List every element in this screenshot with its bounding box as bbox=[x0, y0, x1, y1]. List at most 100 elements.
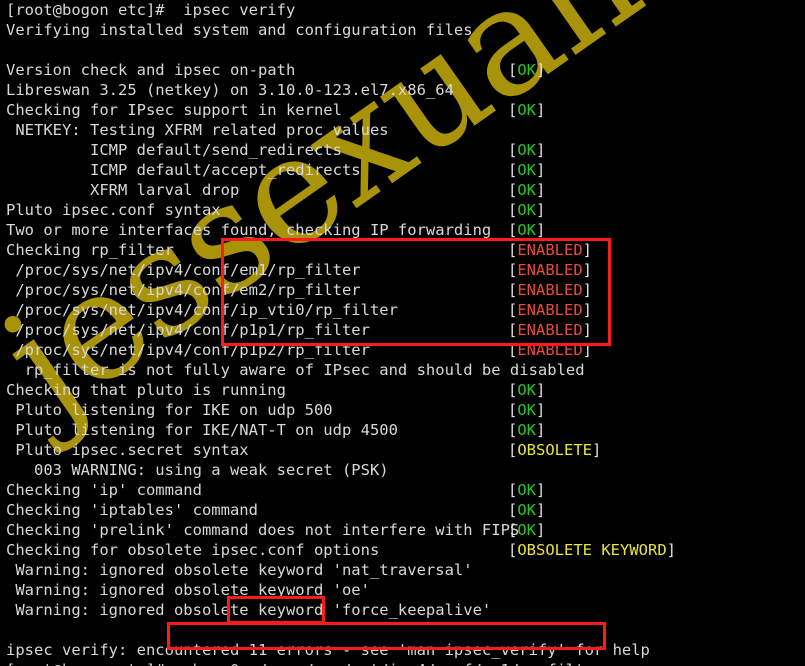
console-line: ipsec verify: encountered 11 errors - se… bbox=[6, 640, 650, 660]
console-line: Verifying installed system and configura… bbox=[6, 20, 650, 40]
console-line-status: [ENABLED] bbox=[508, 260, 592, 280]
console-line-status: [OK] bbox=[508, 160, 545, 180]
status-bracket-close: ] bbox=[536, 381, 546, 399]
status-bracket-open: [ bbox=[508, 321, 518, 339]
console-line: Warning: ignored obsolete keyword 'nat_t… bbox=[6, 560, 650, 580]
status-bracket-close: ] bbox=[536, 201, 546, 219]
status-value: OK bbox=[517, 501, 537, 519]
status-bracket-close: ] bbox=[536, 181, 546, 199]
console-line-status: [ENABLED] bbox=[508, 320, 592, 340]
status-value: OK bbox=[517, 201, 537, 219]
status-bracket-open: [ bbox=[508, 61, 518, 79]
status-bracket-open: [ bbox=[508, 101, 518, 119]
console-line: /proc/sys/net/ipv4/conf/ip_vti0/rp_filte… bbox=[6, 300, 650, 320]
console-line-status: [OBSOLETE] bbox=[508, 440, 601, 460]
console-line: XFRM larval drop [OK] bbox=[6, 180, 650, 200]
status-bracket-close: ] bbox=[536, 521, 546, 539]
console-line-text: ICMP default/accept_redirects bbox=[6, 161, 361, 179]
status-bracket-close: ] bbox=[536, 161, 546, 179]
console-line-text: Pluto listening for IKE/NAT-T on udp 450… bbox=[6, 421, 398, 439]
console-line-text: Pluto ipsec.secret syntax bbox=[6, 441, 249, 459]
status-value: ENABLED bbox=[517, 301, 583, 319]
console-line-text: /proc/sys/net/ipv4/conf/ip_vti0/rp_filte… bbox=[6, 301, 398, 319]
console-line-status: [ENABLED] bbox=[508, 300, 592, 320]
status-value: OK bbox=[517, 481, 537, 499]
console-line: rp_filter is not fully aware of IPsec an… bbox=[6, 360, 650, 380]
console-line-text: Checking 'iptables' command bbox=[6, 501, 258, 519]
status-bracket-close: ] bbox=[536, 61, 546, 79]
status-value: ENABLED bbox=[517, 261, 583, 279]
status-value: ENABLED bbox=[517, 341, 583, 359]
status-bracket-open: [ bbox=[508, 201, 518, 219]
status-bracket-close: ] bbox=[536, 421, 546, 439]
status-value: OBSOLETE bbox=[517, 441, 592, 459]
console-line: Two or more interfaces found, checking I… bbox=[6, 220, 650, 240]
status-bracket-close: ] bbox=[536, 221, 546, 239]
status-bracket-open: [ bbox=[508, 161, 518, 179]
status-bracket-open: [ bbox=[508, 261, 518, 279]
console-line-status: [OK] bbox=[508, 200, 545, 220]
status-bracket-open: [ bbox=[508, 141, 518, 159]
status-bracket-close: ] bbox=[666, 541, 676, 559]
console-output[interactable]: [root@bogon etc]# ipsec verify Verifying … bbox=[6, 0, 676, 666]
status-value: OK bbox=[517, 61, 537, 79]
console-line-text: /proc/sys/net/ipv4/conf/em2/rp_filter bbox=[6, 281, 361, 299]
status-bracket-close: ] bbox=[536, 481, 546, 499]
console-line-status: [OK] bbox=[508, 480, 545, 500]
console-line-text: ICMP default/send_redirects bbox=[6, 141, 342, 159]
console-line: Checking 'ip' command [OK] bbox=[6, 480, 650, 500]
console-line: Checking rp_filter [ENABLED] bbox=[6, 240, 650, 260]
status-bracket-close: ] bbox=[536, 401, 546, 419]
status-bracket-open: [ bbox=[508, 381, 518, 399]
status-value: ENABLED bbox=[517, 321, 583, 339]
console-line: Checking for obsolete ipsec.conf options… bbox=[6, 540, 676, 560]
console-line-text: /proc/sys/net/ipv4/conf/p1p2/rp_filter bbox=[6, 341, 370, 359]
console-line: ICMP default/send_redirects [OK] bbox=[6, 140, 650, 160]
status-bracket-open: [ bbox=[508, 421, 518, 439]
status-value: OK bbox=[517, 181, 537, 199]
console-line-status: [OBSOLETE KEYWORD] bbox=[508, 540, 676, 560]
status-value: OBSOLETE KEYWORD bbox=[517, 541, 667, 559]
console-line: Version check and ipsec on-path [OK] bbox=[6, 60, 650, 80]
status-bracket-open: [ bbox=[508, 341, 518, 359]
console-line-text: Version check and ipsec on-path bbox=[6, 61, 296, 79]
status-value: OK bbox=[517, 421, 537, 439]
console-line: NETKEY: Testing XFRM related proc values bbox=[6, 120, 650, 140]
console-line-status: [OK] bbox=[508, 380, 545, 400]
status-bracket-close: ] bbox=[582, 281, 593, 299]
status-value: ENABLED bbox=[517, 241, 583, 259]
terminal-window[interactable]: jessexuan.gith [root@bogon etc]# ipsec v… bbox=[0, 0, 805, 666]
console-line-text: [root@bogon etc]# ipsec verify bbox=[6, 1, 296, 19]
console-line: Checking for IPsec support in kernel [OK] bbox=[6, 100, 650, 120]
console-line-text: XFRM larval drop bbox=[6, 181, 240, 199]
status-bracket-open: [ bbox=[508, 521, 518, 539]
console-line-text: /proc/sys/net/ipv4/conf/p1p1/rp_filter bbox=[6, 321, 370, 339]
console-line: Pluto ipsec.conf syntax [OK] bbox=[6, 200, 650, 220]
console-line: Libreswan 3.25 (netkey) on 3.10.0-123.el… bbox=[6, 80, 650, 100]
console-line-text: Checking for IPsec support in kernel bbox=[6, 101, 342, 119]
console-line-text: Checking 'prelink' command does not inte… bbox=[6, 521, 520, 539]
console-line: Pluto listening for IKE on udp 500 [OK] bbox=[6, 400, 650, 420]
console-line-text: /proc/sys/net/ipv4/conf/em1/rp_filter bbox=[6, 261, 361, 279]
console-line: /proc/sys/net/ipv4/conf/em1/rp_filter [EN… bbox=[6, 260, 650, 280]
console-line-status: [OK] bbox=[508, 520, 545, 540]
status-bracket-open: [ bbox=[508, 281, 518, 299]
console-line-text: Pluto listening for IKE on udp 500 bbox=[6, 401, 333, 419]
console-line-text: Checking that pluto is running bbox=[6, 381, 286, 399]
status-bracket-close: ] bbox=[582, 241, 593, 259]
status-value: OK bbox=[517, 221, 537, 239]
console-line-status: [OK] bbox=[508, 400, 545, 420]
status-bracket-close: ] bbox=[582, 261, 593, 279]
console-line: /proc/sys/net/ipv4/conf/em2/rp_filter [EN… bbox=[6, 280, 650, 300]
status-bracket-open: [ bbox=[508, 401, 518, 419]
console-line: Checking 'prelink' command does not inte… bbox=[6, 520, 650, 540]
console-line: Checking 'iptables' command [OK] bbox=[6, 500, 650, 520]
console-line-status: [OK] bbox=[508, 100, 545, 120]
console-line-text: Pluto ipsec.conf syntax bbox=[6, 201, 221, 219]
console-line-text: Warning: ignored obsolete keyword 'force… bbox=[6, 601, 492, 619]
console-line: Pluto listening for IKE/NAT-T on udp 450… bbox=[6, 420, 650, 440]
console-line: [root@bogon etc]# ipsec verify bbox=[6, 0, 650, 20]
console-line-status: [OK] bbox=[508, 420, 545, 440]
console-line-status: [OK] bbox=[508, 500, 545, 520]
